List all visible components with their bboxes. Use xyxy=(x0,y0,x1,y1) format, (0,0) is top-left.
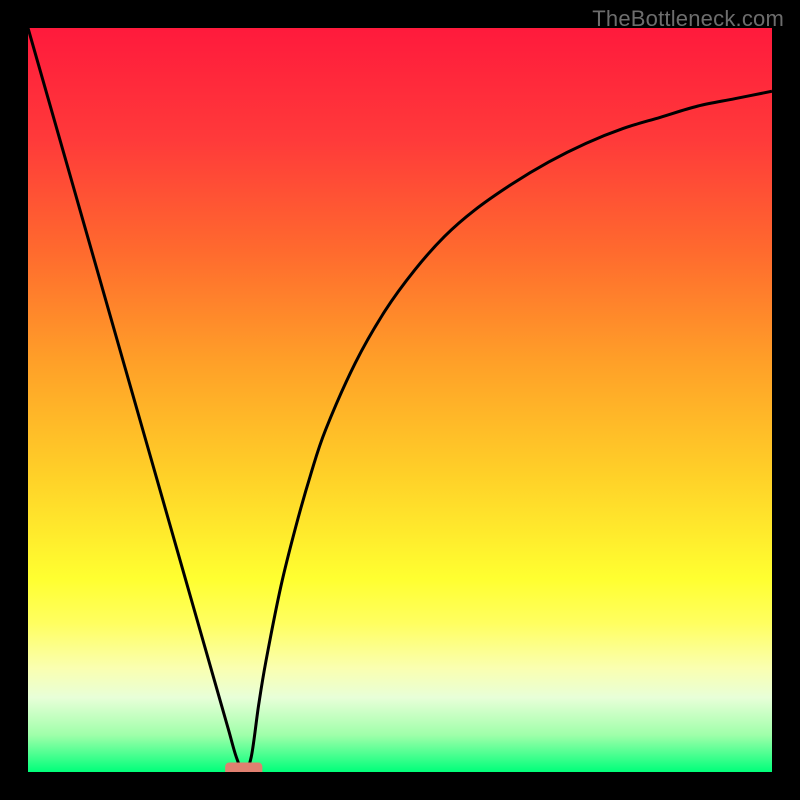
min-marker-icon xyxy=(225,763,262,772)
bottleneck-chart xyxy=(28,28,772,772)
chart-frame xyxy=(28,28,772,772)
gradient-background xyxy=(28,28,772,772)
